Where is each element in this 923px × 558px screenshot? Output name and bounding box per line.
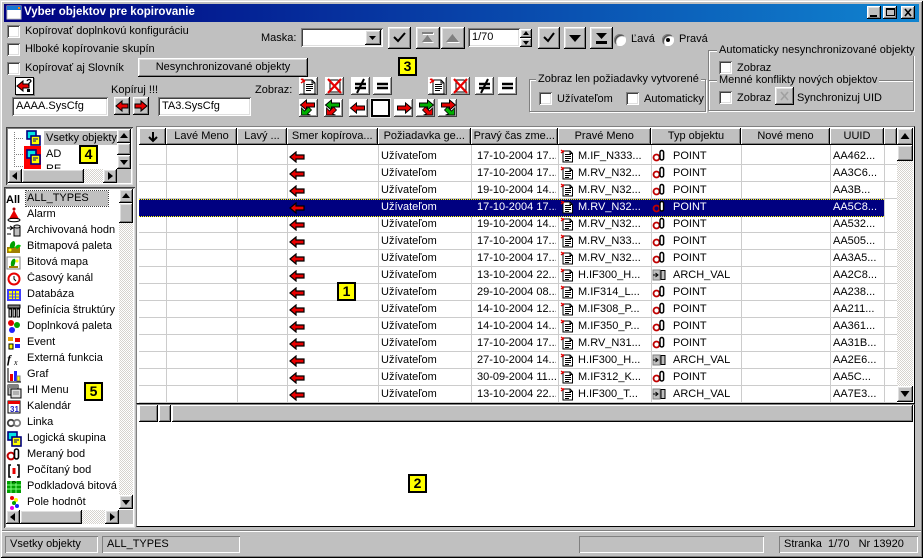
svg-text:?: ? bbox=[26, 78, 32, 89]
svg-text:x: x bbox=[13, 358, 18, 367]
svg-text:f: f bbox=[7, 352, 12, 366]
svg-text:All: All bbox=[6, 194, 20, 206]
svg-text:31: 31 bbox=[10, 405, 19, 414]
